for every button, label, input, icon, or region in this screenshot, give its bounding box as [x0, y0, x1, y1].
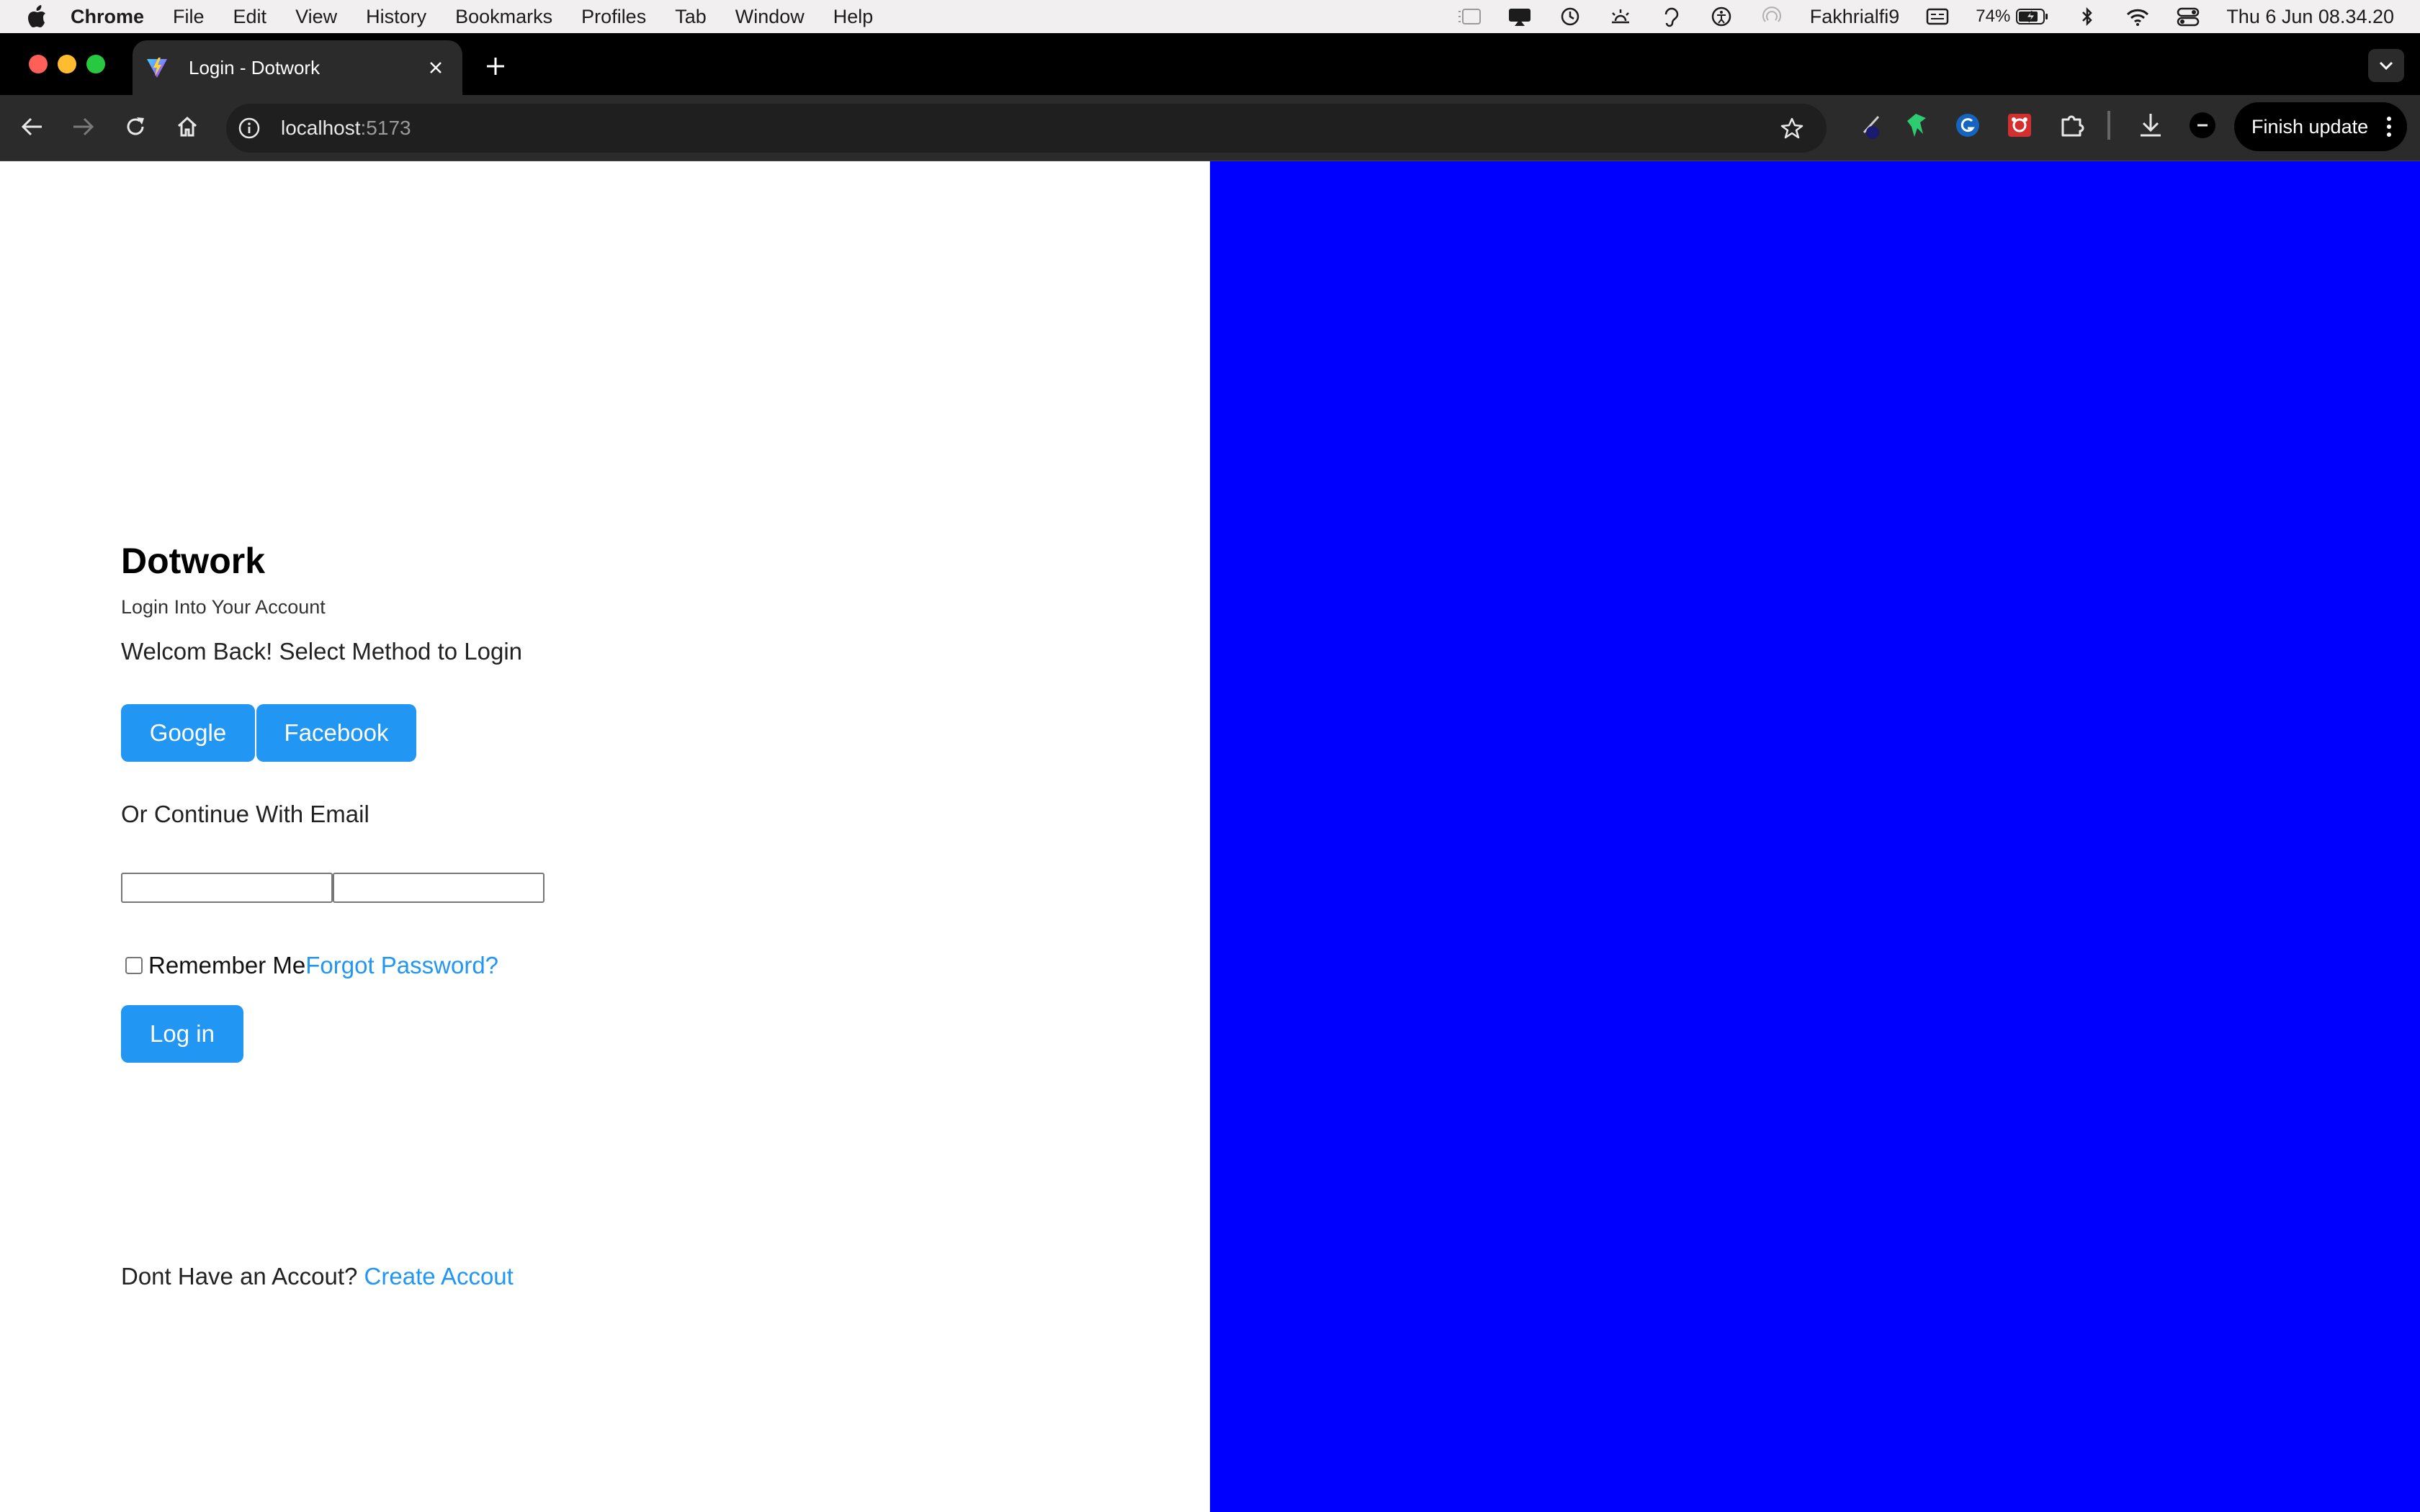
battery-percent: 74%: [1976, 6, 2011, 26]
accessibility-icon[interactable]: [1709, 6, 1734, 27]
login-panel: Dotwork Login Into Your Account Welcom B…: [0, 161, 1210, 1512]
facebook-login-button[interactable]: Facebook: [256, 704, 416, 762]
back-arrow-icon[interactable]: [16, 111, 48, 143]
input-source-icon[interactable]: [1925, 6, 1950, 27]
macos-menu-bar: Chrome File Edit View History Bookmarks …: [0, 0, 2420, 33]
remember-me-checkbox[interactable]: [125, 957, 143, 974]
extensions-puzzle-icon[interactable]: [2058, 111, 2087, 140]
user-name[interactable]: Fakhrialfi9: [1810, 6, 1900, 28]
forward-arrow-icon[interactable]: [68, 111, 99, 143]
menu-tab[interactable]: Tab: [675, 6, 707, 28]
email-field[interactable]: [121, 873, 333, 903]
bluetooth-icon[interactable]: [2075, 6, 2099, 27]
profile-avatar-icon[interactable]: [2188, 111, 2217, 140]
home-icon[interactable]: [171, 111, 203, 143]
browser-toolbar: localhost:5173: [0, 95, 2420, 161]
site-info-icon[interactable]: [236, 115, 262, 141]
status-tray: Fakhrialfi9 74% Thu 6 Jun 08.34.20: [1457, 0, 2394, 33]
airdrop-icon[interactable]: [1760, 6, 1784, 27]
red-extension-icon[interactable]: [2005, 111, 2034, 140]
finish-update-label: Finish update: [2251, 115, 2369, 138]
zoom-window-button[interactable]: [86, 55, 105, 73]
stage-manager-icon[interactable]: [1457, 6, 1482, 27]
google-login-button[interactable]: Google: [121, 704, 255, 762]
wifi-icon[interactable]: [2125, 6, 2150, 27]
close-window-button[interactable]: [29, 55, 48, 73]
menu-window[interactable]: Window: [735, 6, 805, 28]
clock[interactable]: Thu 6 Jun 08.34.20: [2226, 6, 2394, 28]
url-host: localhost: [281, 117, 361, 139]
signup-prompt: Dont Have an Accout? Create Accout: [121, 1263, 514, 1290]
grammarly-extension-icon[interactable]: [1953, 111, 1982, 140]
or-continue-email-text: Or Continue With Email: [121, 801, 369, 827]
menu-profiles[interactable]: Profiles: [581, 6, 646, 28]
screen-mirroring-icon[interactable]: [1507, 6, 1532, 27]
hearing-icon[interactable]: [1659, 6, 1683, 27]
menu-edit[interactable]: Edit: [233, 6, 267, 28]
remember-me-label[interactable]: Remember Me: [148, 952, 305, 979]
no-account-text: Dont Have an Accout?: [121, 1263, 364, 1290]
bookmark-star-icon[interactable]: [1779, 115, 1805, 141]
new-tab-icon[interactable]: [483, 53, 508, 79]
menu-view[interactable]: View: [295, 6, 337, 28]
tab-login-dotwork[interactable]: Login - Dotwork: [133, 40, 462, 95]
create-account-link[interactable]: Create Accout: [364, 1263, 514, 1290]
login-subtitle: Login Into Your Account: [121, 596, 326, 618]
url-port: :5173: [360, 117, 411, 139]
downloads-icon[interactable]: [2136, 111, 2165, 140]
minimize-window-button[interactable]: [58, 55, 76, 73]
menu-file[interactable]: File: [173, 6, 205, 28]
address-bar[interactable]: localhost:5173: [226, 104, 1827, 153]
log-in-button[interactable]: Log in: [121, 1005, 243, 1063]
finish-update-button[interactable]: Finish update: [2234, 102, 2407, 151]
welcome-text: Welcom Back! Select Method to Login: [121, 638, 523, 665]
vite-favicon-icon: [145, 56, 169, 79]
web-page: Dotwork Login Into Your Account Welcom B…: [0, 161, 2420, 1512]
battery-icon: [2016, 9, 2048, 24]
browser-tab-strip: Login - Dotwork: [0, 33, 2420, 95]
control-center-icon[interactable]: [2176, 6, 2200, 27]
url-text: localhost:5173: [281, 117, 411, 140]
forgot-password-link[interactable]: Forgot Password?: [305, 952, 498, 979]
password-field[interactable]: [333, 873, 544, 903]
green-extension-icon[interactable]: [1901, 111, 1930, 140]
tab-search-chevron-icon[interactable]: [2368, 49, 2404, 82]
menu-history[interactable]: History: [366, 6, 426, 28]
close-tab-icon[interactable]: [425, 57, 447, 78]
blue-hero-panel: [1210, 161, 2420, 1512]
brand-title: Dotwork: [121, 541, 265, 581]
menu-app-name[interactable]: Chrome: [71, 6, 144, 28]
time-machine-icon[interactable]: [1558, 6, 1582, 27]
pen-extension-icon[interactable]: [1857, 111, 1886, 140]
reload-icon[interactable]: [120, 111, 151, 143]
menu-help[interactable]: Help: [833, 6, 874, 28]
brightness-icon[interactable]: [1608, 6, 1633, 27]
toolbar-divider: [2107, 111, 2110, 140]
more-menu-icon[interactable]: [2384, 115, 2394, 138]
apple-logo-icon[interactable]: [27, 5, 49, 28]
remember-forgot-row: Remember Me Forgot Password?: [125, 952, 498, 979]
menu-bookmarks[interactable]: Bookmarks: [455, 6, 552, 28]
tab-title: Login - Dotwork: [189, 56, 321, 78]
battery-status[interactable]: 74%: [1976, 6, 2049, 27]
